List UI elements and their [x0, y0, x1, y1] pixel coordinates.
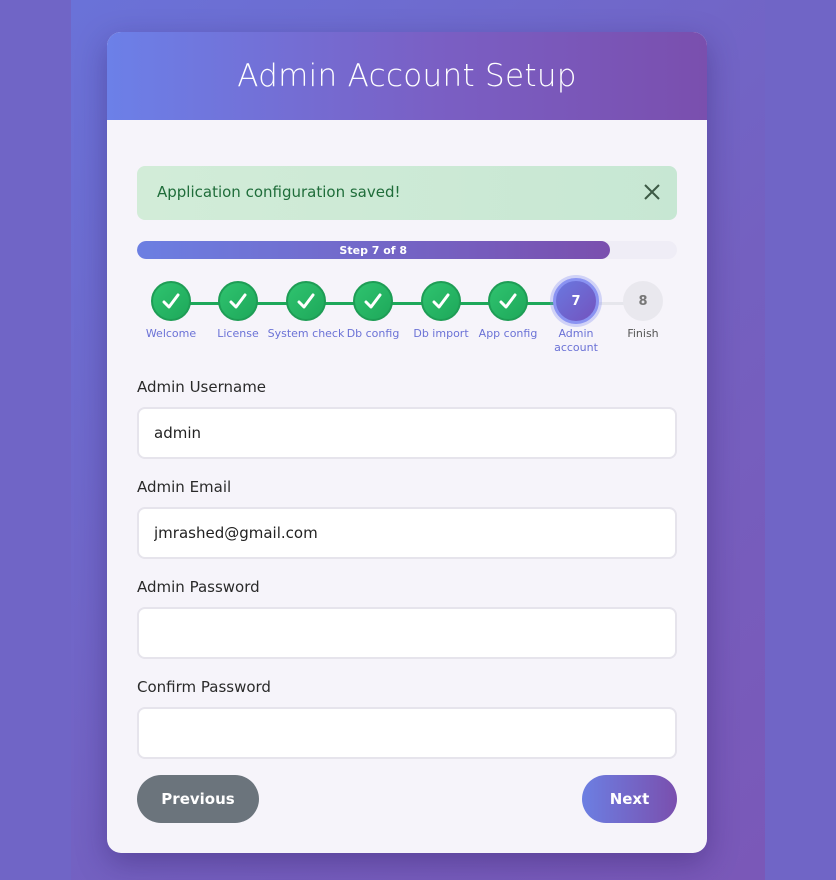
- close-icon[interactable]: [641, 181, 663, 203]
- progress-bar: Step 7 of 8: [137, 241, 677, 259]
- username-label: Admin Username: [137, 378, 267, 396]
- card-header: Admin Account Setup: [107, 32, 707, 120]
- next-button[interactable]: Next: [582, 775, 677, 823]
- checkmark-icon: [218, 281, 258, 321]
- success-alert: Application configuration saved!: [137, 166, 677, 220]
- checkmark-icon: [286, 281, 326, 321]
- step-label: Admin account: [554, 327, 598, 354]
- progress-fill: Step 7 of 8: [137, 241, 610, 259]
- step-label: Finish: [627, 327, 659, 340]
- password-label: Admin Password: [137, 578, 260, 596]
- checkmark-icon: [353, 281, 393, 321]
- step-number: 8: [623, 281, 663, 321]
- checkmark-icon: [151, 281, 191, 321]
- checkmark-icon: [421, 281, 461, 321]
- alert-message: Application configuration saved!: [157, 183, 401, 201]
- email-label: Admin Email: [137, 478, 232, 496]
- admin-username-input[interactable]: [137, 407, 677, 459]
- setup-card: Admin Account Setup Application configur…: [107, 32, 707, 853]
- confirm-password-input[interactable]: [137, 707, 677, 759]
- progress-text: Step 7 of 8: [339, 243, 408, 257]
- previous-button[interactable]: Previous: [137, 775, 259, 823]
- admin-password-input[interactable]: [137, 607, 677, 659]
- page-title: Admin Account Setup: [237, 58, 577, 94]
- admin-email-input[interactable]: [137, 507, 677, 559]
- step-number: 7: [553, 278, 599, 324]
- step-8: 8 Finish: [598, 281, 688, 341]
- confirm-password-label: Confirm Password: [137, 678, 271, 696]
- checkmark-icon: [488, 281, 528, 321]
